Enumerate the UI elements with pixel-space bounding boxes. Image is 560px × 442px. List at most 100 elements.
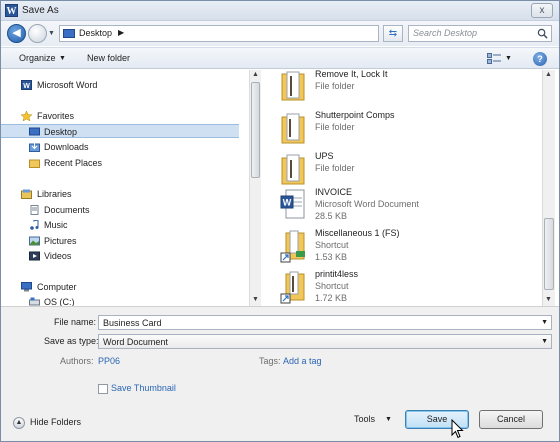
save-as-type-label: Save as type: — [44, 336, 99, 346]
svg-text:W: W — [23, 83, 30, 90]
command-bar: Organize ▼ New folder ▼ ? — [1, 47, 559, 69]
file-list-scroll-thumb[interactable] — [544, 218, 554, 290]
tags-label: Tags: — [259, 356, 281, 366]
file-type: Shortcut — [315, 281, 349, 291]
recent-places-icon — [29, 159, 40, 168]
address-bar[interactable]: Desktop ▶ — [59, 25, 379, 42]
address-row: ◀ ▼ Desktop ▶ ⇆ Search Desktop — [1, 21, 559, 46]
nav-item-label: Videos — [44, 251, 72, 261]
nav-item-label: Pictures — [44, 236, 77, 246]
chevron-down-icon[interactable]: ▼ — [541, 319, 548, 326]
file-name: Shutterpoint Comps — [315, 110, 395, 120]
save-thumbnail-label[interactable]: Save Thumbnail — [111, 383, 176, 393]
back-button[interactable]: ◀ — [7, 24, 26, 43]
change-view-icon[interactable] — [487, 53, 501, 64]
nav-item-label: Microsoft Word — [37, 80, 98, 90]
window-title: Save As — [22, 5, 59, 16]
word-icon: W — [21, 80, 32, 90]
folder-shortcut-icon — [280, 271, 305, 304]
scroll-up-icon[interactable]: ▲ — [545, 71, 552, 78]
file-name: Remove It, Lock It — [315, 70, 388, 79]
nav-item-desktop[interactable]: Desktop — [1, 124, 239, 138]
folder-shortcut-icon — [280, 230, 305, 263]
tools-button[interactable]: Tools — [354, 414, 375, 424]
file-type: File folder — [315, 81, 355, 91]
tags-add-link[interactable]: Add a tag — [283, 356, 322, 366]
downloads-icon — [29, 142, 40, 152]
file-size: 1.72 KB — [315, 293, 348, 303]
file-row-shutterpoint-comps[interactable]: Shutterpoint Comps File folder — [262, 109, 542, 149]
nav-item-microsoft-word[interactable]: W Microsoft Word — [1, 78, 239, 92]
file-name: Miscellaneous 1 (FS) — [315, 228, 400, 238]
svg-text:W: W — [283, 198, 292, 208]
save-thumbnail-checkbox[interactable] — [98, 384, 108, 394]
desktop-icon — [63, 29, 75, 38]
folder-icon — [281, 154, 305, 185]
libraries-icon — [21, 189, 32, 199]
nav-item-computer[interactable]: Computer — [1, 280, 239, 294]
file-row-ups[interactable]: UPS File folder — [262, 150, 542, 190]
file-name-field[interactable]: Business Card ▼ — [98, 315, 552, 330]
file-size: 28.5 KB — [315, 211, 348, 221]
nav-item-downloads[interactable]: Downloads — [1, 140, 239, 154]
title-bar: W Save As x — [1, 1, 559, 21]
save-as-dialog: W Save As x ◀ ▼ Desktop ▶ ⇆ Search Deskt… — [0, 0, 560, 442]
file-row-invoice[interactable]: W INVOICE Microsoft Word Document 28.5 K… — [262, 186, 542, 226]
word-document-icon: W — [280, 189, 305, 219]
file-row-remove-it-lock-it[interactable]: Remove It, Lock It File folder — [262, 70, 542, 108]
scroll-up-icon[interactable]: ▲ — [252, 71, 259, 78]
pictures-icon — [29, 236, 40, 246]
nav-item-os-c[interactable]: OS (C:) — [1, 295, 239, 306]
hide-folders-button[interactable]: Hide Folders — [30, 417, 81, 427]
mouse-pointer-icon — [451, 419, 464, 439]
nav-item-music[interactable]: Music — [1, 218, 239, 232]
new-folder-button[interactable]: New folder — [87, 53, 130, 63]
close-button[interactable]: x — [531, 3, 553, 18]
nav-item-label: Recent Places — [44, 158, 103, 168]
file-list-scrollbar[interactable]: ▲ ▼ — [542, 70, 555, 306]
file-row-printit4less[interactable]: printit4less Shortcut 1.72 KB — [262, 268, 542, 306]
chevron-down-icon[interactable]: ▼ — [59, 55, 66, 62]
scroll-down-icon[interactable]: ▼ — [252, 296, 259, 303]
chevron-down-icon[interactable]: ▼ — [385, 416, 392, 423]
recent-locations-dropdown[interactable]: ▼ — [48, 30, 55, 37]
nav-item-libraries[interactable]: Libraries — [1, 187, 239, 201]
forward-button[interactable] — [28, 24, 47, 43]
refresh-button[interactable]: ⇆ — [383, 25, 403, 42]
file-type: Shortcut — [315, 240, 349, 250]
help-icon[interactable]: ? — [533, 52, 547, 66]
nav-item-favorites[interactable]: Favorites — [1, 109, 239, 123]
folder-icon — [281, 113, 305, 144]
videos-icon — [29, 251, 40, 261]
computer-icon — [21, 282, 32, 292]
organize-button[interactable]: Organize — [19, 53, 56, 63]
nav-item-label: Music — [44, 220, 68, 230]
cancel-button[interactable]: Cancel — [479, 410, 543, 429]
nav-item-pictures[interactable]: Pictures — [1, 234, 239, 248]
chevron-down-icon[interactable]: ▼ — [541, 338, 548, 345]
views-dropdown-icon[interactable]: ▼ — [505, 55, 512, 62]
nav-item-videos[interactable]: Videos — [1, 249, 239, 263]
nav-item-label: Downloads — [44, 142, 89, 152]
file-size: 1.53 KB — [315, 252, 348, 262]
star-icon — [21, 111, 32, 121]
search-placeholder: Search Desktop — [413, 28, 478, 38]
authors-label: Authors: — [60, 356, 94, 366]
address-location[interactable]: Desktop — [79, 28, 112, 38]
save-as-type-select[interactable]: Word Document ▼ — [98, 334, 552, 349]
save-as-type-value[interactable]: Word Document — [103, 337, 168, 347]
chevron-right-icon[interactable]: ▶ — [118, 28, 124, 37]
nav-item-recent-places[interactable]: Recent Places — [1, 156, 239, 170]
chevron-up-icon[interactable]: ▲ — [13, 417, 25, 429]
file-name-value[interactable]: Business Card — [103, 318, 162, 328]
search-input[interactable]: Search Desktop — [408, 25, 552, 42]
search-icon[interactable] — [537, 28, 548, 39]
scroll-down-icon[interactable]: ▼ — [545, 296, 552, 303]
navigation-scroll-thumb[interactable] — [251, 82, 260, 178]
file-row-miscellaneous-1-fs[interactable]: Miscellaneous 1 (FS) Shortcut 1.53 KB — [262, 227, 542, 267]
authors-value[interactable]: PP06 — [98, 356, 120, 366]
nav-item-label: Libraries — [37, 189, 72, 199]
nav-item-label: Computer — [37, 282, 77, 292]
nav-item-documents[interactable]: Documents — [1, 203, 239, 217]
navigation-scrollbar[interactable]: ▲ ▼ — [249, 70, 261, 306]
